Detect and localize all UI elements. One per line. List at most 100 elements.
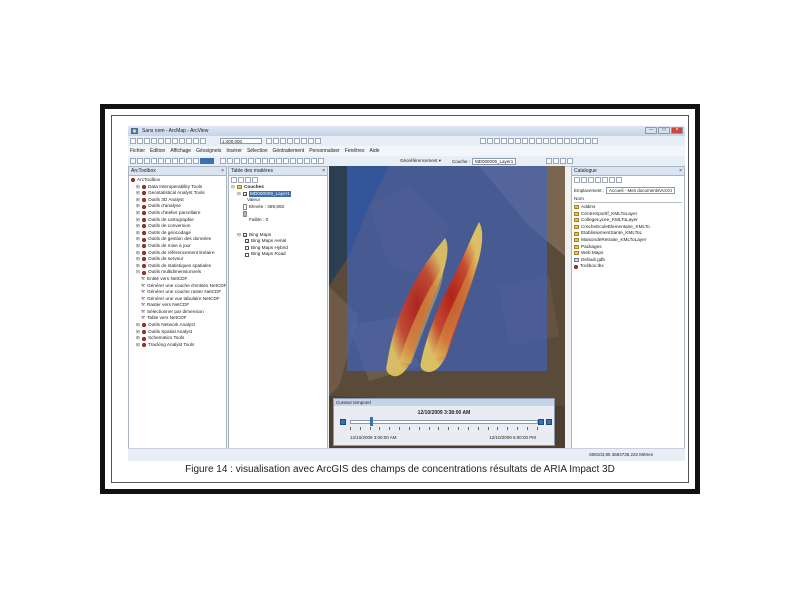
menu-personnaliser[interactable]: Personnaliser (309, 148, 340, 154)
arctoolbox-close-icon[interactable]: × (221, 167, 224, 175)
toc-root-layers[interactable]: ⊟ Couches (231, 184, 325, 191)
close-button[interactable]: × (671, 127, 683, 134)
python-window-icon[interactable] (301, 138, 307, 144)
toolbox-item[interactable]: ⊞ Outils Spatial Analyst (129, 329, 226, 336)
draw-select-icon[interactable] (130, 158, 136, 164)
cut-icon[interactable] (158, 138, 164, 144)
toolbox-item[interactable]: ⊞ Outils de serveur (129, 256, 226, 263)
text-icon[interactable] (151, 158, 157, 164)
open-icon[interactable] (137, 138, 143, 144)
sketch-properties-icon[interactable] (311, 158, 317, 164)
toolbox-item[interactable]: ⚒ Table vers NetCDF (129, 315, 226, 322)
fixed-zoom-in-icon[interactable] (494, 138, 500, 144)
toolbox-item[interactable]: ⊟ Outils multidimensionnels (129, 269, 226, 276)
toolbox-item[interactable]: ⊞ Outils d'analyse (129, 203, 226, 210)
split-icon[interactable] (290, 158, 296, 164)
catalog-column-header[interactable]: Nom (574, 196, 682, 203)
list-by-drawing-order-icon[interactable] (231, 177, 237, 183)
drawing-color-swatch[interactable] (200, 158, 214, 164)
toolbox-item[interactable]: ⚒ Entité vers NetCDF (129, 276, 226, 283)
font-size-icon[interactable] (158, 158, 164, 164)
toolbox-item[interactable]: ⚒ Raster vers NetCDF (129, 302, 226, 309)
catalog-item[interactable]: Default.gdb (574, 257, 684, 264)
forward-extent-icon[interactable] (529, 138, 535, 144)
minimize-button[interactable]: – (645, 127, 657, 134)
delete-icon[interactable] (179, 138, 185, 144)
toolbox-item[interactable]: ⊞ Tracking Analyst Tools (129, 342, 226, 349)
catalog-home-icon[interactable] (595, 177, 601, 183)
time-slider-play-button[interactable] (340, 419, 346, 425)
edit-tool-icon[interactable] (227, 158, 233, 164)
catalog-connect-folder-icon[interactable] (602, 177, 608, 183)
pan-icon[interactable] (508, 138, 514, 144)
underline-icon[interactable] (179, 158, 185, 164)
undo-icon[interactable] (186, 138, 192, 144)
clear-selection-icon[interactable] (543, 138, 549, 144)
catalog-item[interactable]: Toolbox.tbx (574, 263, 684, 270)
catalog-location-combo[interactable]: Accueil - Mes documents\ArcGI (606, 187, 676, 194)
edit-vertices-icon[interactable] (269, 158, 275, 164)
time-slider-track[interactable] (350, 420, 538, 424)
toolbox-item[interactable]: ArcToolbox (129, 177, 226, 184)
layer-visibility-checkbox[interactable]: ✓ (243, 191, 247, 196)
menu-fichier[interactable]: Fichier (130, 148, 145, 154)
toolbox-item[interactable]: ⊞ Outils de cartographie (129, 217, 226, 224)
toolbox-item[interactable]: ⊞ Outils de gestion des données (129, 236, 226, 243)
rotate-icon[interactable] (137, 158, 143, 164)
back-extent-icon[interactable] (522, 138, 528, 144)
rectangle-icon[interactable] (144, 158, 150, 164)
catalog-item[interactable]: CollegeLycee_KMLToLayer (574, 217, 684, 224)
toolbox-item[interactable]: ⊞ Outils de référencement linéaire (129, 250, 226, 257)
toc-close-icon[interactable]: × (322, 167, 325, 175)
basemap-checkbox[interactable]: ✓ (245, 239, 249, 244)
toolbox-item[interactable]: ⚒ Générer une couche raster NetCDF (129, 289, 226, 296)
identify-icon[interactable] (557, 138, 563, 144)
catalog-item[interactable]: MaisondeRetraite_KMLToLayer (574, 237, 684, 244)
point-icon[interactable] (262, 158, 268, 164)
toolbox-item[interactable]: ⊞ Outils de conversion (129, 223, 226, 230)
straight-segment-icon[interactable] (241, 158, 247, 164)
toolbox-item[interactable]: ⊞ Outils de statistiques spatiales (129, 263, 226, 270)
time-slider-icon[interactable] (592, 138, 598, 144)
view-link-table-icon[interactable] (567, 158, 573, 164)
map-scale-combo[interactable]: 1:400,000 (220, 138, 262, 144)
catalog-item[interactable]: EtablissementSante_KMLToL (574, 230, 684, 237)
shift-tool-icon[interactable] (553, 158, 559, 164)
fill-color-icon[interactable] (193, 158, 199, 164)
find-icon[interactable] (564, 138, 570, 144)
print-icon[interactable] (151, 138, 157, 144)
menu-affichage[interactable]: Affichage (170, 148, 191, 154)
cut-polygon-icon[interactable] (283, 158, 289, 164)
select-features-icon[interactable] (536, 138, 542, 144)
basemap-item[interactable]: ✓ Bing Maps Aerial (231, 238, 325, 245)
toolbox-item[interactable]: ⚒ Sélectionner par dimension (129, 309, 226, 316)
toolbox-item[interactable]: ⊞ Outils de géocodage (129, 230, 226, 237)
editor-menu-icon[interactable] (220, 158, 226, 164)
toolbox-item[interactable]: ⚒ Générer une couche d'entités NetCDF (129, 283, 226, 290)
font-color-icon[interactable] (186, 158, 192, 164)
catalog-item[interactable]: Web Maps (574, 250, 684, 257)
catalog-window-icon[interactable] (280, 138, 286, 144)
toolbox-item[interactable]: ⊞ Outils Network Analyst (129, 322, 226, 329)
catalog-item[interactable]: Packages (574, 244, 684, 251)
zoom-out-icon[interactable] (487, 138, 493, 144)
catalog-back-icon[interactable] (574, 177, 580, 183)
arctoolbox-window-icon[interactable] (294, 138, 300, 144)
menu-inserer[interactable]: Insérer (226, 148, 242, 154)
georeferencing-menu[interactable]: Géoréférencement ▾ (400, 158, 441, 164)
catalog-up-icon[interactable] (588, 177, 594, 183)
time-slider-end-button[interactable] (546, 419, 552, 425)
catalog-item[interactable]: CentreSportif_KMLToLayer (574, 211, 684, 218)
redo-icon[interactable] (193, 138, 199, 144)
toolbox-item[interactable]: ⚒ Générer une vue tabulaire NetCDF (129, 296, 226, 303)
toolbox-item[interactable]: ⊞ Outils d'atelier parcellaire (129, 210, 226, 217)
list-by-visibility-icon[interactable] (245, 177, 251, 183)
catalog-views-icon[interactable] (609, 177, 615, 183)
search-window-icon[interactable] (287, 138, 293, 144)
georef-layer-combo[interactable]: MD000009_Layer1 (472, 158, 517, 165)
time-slider-next-button[interactable] (538, 419, 544, 425)
toolbox-item[interactable]: ⊞ Data Interoperability Tools (129, 184, 226, 191)
toolbox-item[interactable]: ⊞ Outils de mise à jour (129, 243, 226, 250)
new-document-icon[interactable] (130, 138, 136, 144)
catalog-forward-icon[interactable] (581, 177, 587, 183)
